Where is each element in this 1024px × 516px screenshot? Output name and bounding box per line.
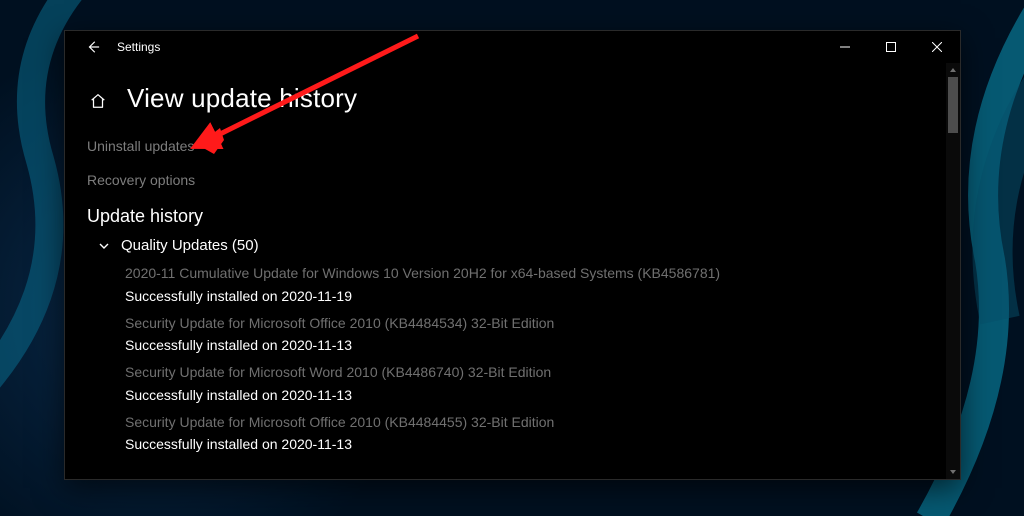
scroll-thumb[interactable] xyxy=(948,77,958,133)
recovery-options-link[interactable]: Recovery options xyxy=(87,172,946,188)
update-title-link[interactable]: Security Update for Microsoft Office 201… xyxy=(125,413,946,433)
back-button[interactable] xyxy=(83,37,103,57)
update-item: Security Update for Microsoft Office 201… xyxy=(125,413,946,453)
home-button[interactable] xyxy=(87,90,109,112)
quality-updates-label: Quality Updates (50) xyxy=(121,237,259,254)
update-item: Security Update for Microsoft Office 201… xyxy=(125,314,946,354)
quality-updates-expander[interactable]: Quality Updates (50) xyxy=(97,237,946,254)
chevron-down-icon xyxy=(97,239,111,253)
update-status: Successfully installed on 2020-11-13 xyxy=(125,436,946,452)
window-title: Settings xyxy=(117,40,160,54)
update-title-link[interactable]: Security Update for Microsoft Office 201… xyxy=(125,314,946,334)
update-item: 2020-11 Cumulative Update for Windows 10… xyxy=(125,264,946,304)
update-history-heading: Update history xyxy=(87,206,946,227)
maximize-button[interactable] xyxy=(868,31,914,63)
content-area: View update history Uninstall updates Re… xyxy=(65,63,960,479)
uninstall-updates-link[interactable]: Uninstall updates xyxy=(87,138,946,154)
update-item: Security Update for Microsoft Word 2010 … xyxy=(125,363,946,403)
vertical-scrollbar xyxy=(946,63,960,479)
titlebar: Settings xyxy=(65,31,960,63)
page-title: View update history xyxy=(127,83,357,114)
scroll-down-button[interactable] xyxy=(946,465,960,479)
update-status: Successfully installed on 2020-11-19 xyxy=(125,288,946,304)
update-status: Successfully installed on 2020-11-13 xyxy=(125,387,946,403)
settings-window: Settings View update history Uninstall u… xyxy=(64,30,961,480)
close-button[interactable] xyxy=(914,31,960,63)
update-title-link[interactable]: Security Update for Microsoft Word 2010 … xyxy=(125,363,946,383)
scroll-up-button[interactable] xyxy=(946,63,960,77)
minimize-button[interactable] xyxy=(822,31,868,63)
quality-updates-list: 2020-11 Cumulative Update for Windows 10… xyxy=(125,264,946,452)
update-title-link[interactable]: 2020-11 Cumulative Update for Windows 10… xyxy=(125,264,946,284)
update-status: Successfully installed on 2020-11-13 xyxy=(125,337,946,353)
scroll-track[interactable] xyxy=(946,77,960,465)
scroll-viewport: View update history Uninstall updates Re… xyxy=(65,63,946,479)
